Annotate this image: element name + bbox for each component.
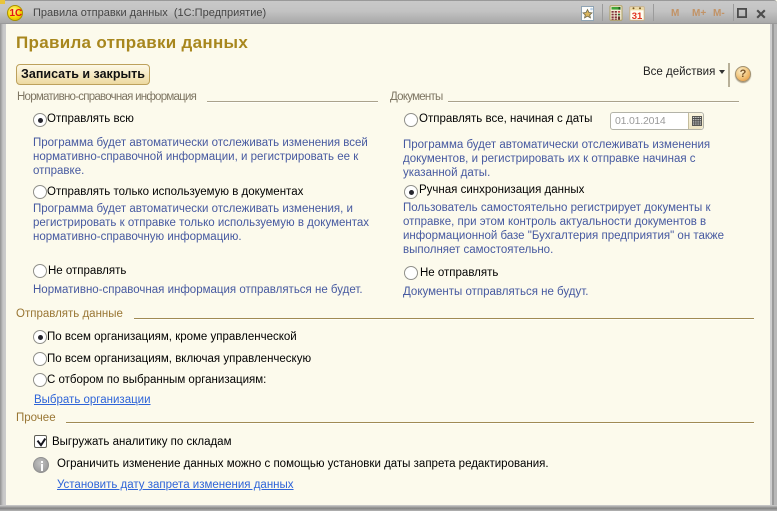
svg-text:31: 31 xyxy=(632,11,643,21)
